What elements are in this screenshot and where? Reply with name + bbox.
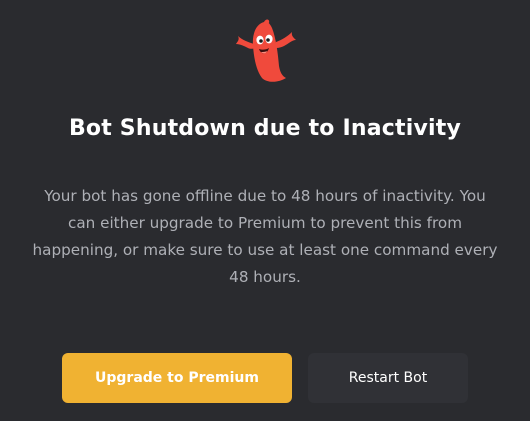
upgrade-to-premium-button[interactable]: Upgrade to Premium (62, 353, 292, 403)
inactivity-dialog: Bot Shutdown due to Inactivity Your bot … (0, 0, 530, 421)
dialog-title: Bot Shutdown due to Inactivity (68, 116, 462, 141)
red-ghost-mascot-icon (236, 19, 296, 82)
restart-bot-button[interactable]: Restart Bot (308, 353, 468, 403)
dialog-message: Your bot has gone offline due to 48 hour… (32, 187, 498, 286)
